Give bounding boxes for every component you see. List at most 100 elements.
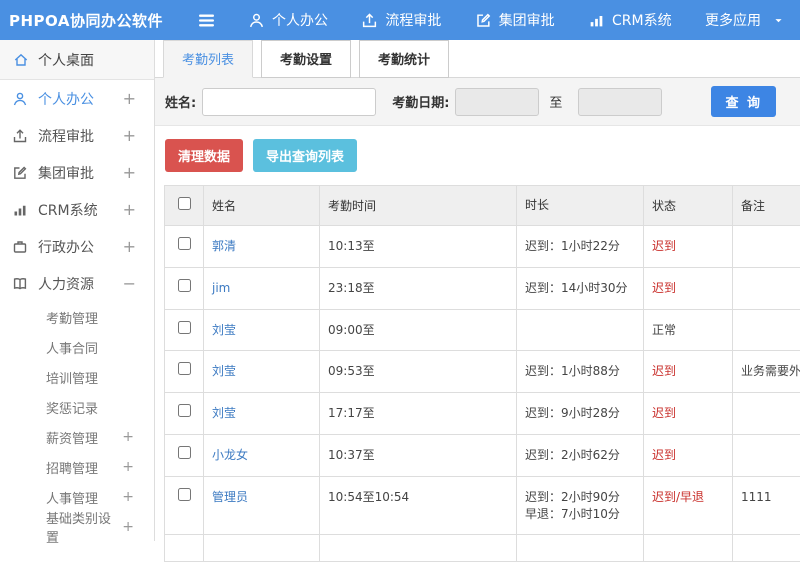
cell-status: 正常: [644, 309, 733, 351]
query-button[interactable]: 查 询: [711, 86, 776, 117]
select-all-checkbox[interactable]: [178, 197, 191, 210]
cell-duration: 迟到：2小时90分 早退：7小时10分: [517, 476, 644, 535]
sidebar-item-label: 行政办公: [38, 237, 94, 257]
edit-icon: [12, 165, 28, 181]
chart-icon: [588, 12, 605, 29]
cell-remark: 业务需要外出: [733, 351, 800, 393]
sidebar-subitem-training[interactable]: 培训管理: [0, 362, 154, 392]
hamburger-menu-icon[interactable]: [196, 11, 218, 29]
row-checkbox[interactable]: [178, 404, 191, 417]
expand-icon[interactable]: +: [122, 430, 154, 444]
nav-workflow-approval[interactable]: 流程审批: [361, 10, 441, 30]
table-row: 郭清 10:13至 迟到：1小时22分 迟到: [165, 226, 800, 268]
cell-status: 迟到: [644, 267, 733, 309]
sidebar-subitem-salary[interactable]: 薪资管理 +: [0, 422, 154, 452]
table-row: 刘莹 09:00至 正常: [165, 309, 800, 351]
table-row: 管理员 10:54至10:54 迟到：2小时90分 早退：7小时10分 迟到/早…: [165, 476, 800, 535]
sidebar-item-group-approval[interactable]: 集团审批 +: [0, 154, 154, 191]
book-icon: [12, 276, 28, 292]
sidebar-subitem-label: 培训管理: [46, 368, 98, 387]
row-checkbox[interactable]: [178, 362, 191, 375]
row-checkbox[interactable]: [178, 237, 191, 250]
cell-attendance-time: 10:37至: [320, 434, 517, 476]
sidebar-subitem-label: 薪资管理: [46, 428, 98, 447]
sidebar-item-desktop[interactable]: 个人桌面: [0, 40, 154, 80]
nav-personal-office[interactable]: 个人办公: [248, 10, 328, 30]
cell-remark: [733, 434, 800, 476]
expand-icon[interactable]: +: [123, 239, 142, 255]
sidebar-subitem-base-category[interactable]: 基础类别设置 +: [0, 512, 154, 542]
cell-attendance-time: 17:17至: [320, 393, 517, 435]
sidebar: 个人桌面 个人办公 + 流程审批 + 集团审批 + CRM系统 + 行政办公 +: [0, 40, 155, 541]
header-duration: 时长: [517, 186, 644, 226]
caret-down-icon: [773, 15, 784, 26]
cell-duration: 迟到：2小时62分: [517, 434, 644, 476]
cell-remark: [733, 309, 800, 351]
nav-crm[interactable]: CRM系统: [588, 10, 672, 30]
cell-status: 迟到/早退: [644, 476, 733, 535]
cell-attendance-time: 09:00至: [320, 309, 517, 351]
sidebar-item-personal-office[interactable]: 个人办公 +: [0, 80, 154, 117]
employee-name-link[interactable]: 刘莹: [212, 364, 236, 378]
expand-icon[interactable]: +: [123, 165, 142, 181]
cell-remark: [733, 393, 800, 435]
date-from-input[interactable]: [455, 88, 539, 116]
nav-label: CRM系统: [612, 10, 672, 30]
employee-name-link[interactable]: 小龙女: [212, 448, 248, 462]
expand-icon[interactable]: +: [122, 460, 154, 474]
expand-icon[interactable]: +: [123, 202, 142, 218]
employee-name-link[interactable]: 管理员: [212, 490, 248, 504]
expand-icon[interactable]: +: [123, 91, 142, 107]
row-checkbox[interactable]: [178, 279, 191, 292]
date-to-input[interactable]: [578, 88, 662, 116]
cell-status: 迟到: [644, 434, 733, 476]
employee-name-link[interactable]: 郭清: [212, 239, 236, 253]
collapse-icon[interactable]: −: [123, 276, 142, 292]
cell-remark: [733, 267, 800, 309]
sidebar-item-workflow-approval[interactable]: 流程审批 +: [0, 117, 154, 154]
sidebar-item-label: 个人办公: [38, 89, 94, 109]
employee-name-link[interactable]: 刘莹: [212, 406, 236, 420]
sidebar-item-admin-office[interactable]: 行政办公 +: [0, 228, 154, 265]
clear-data-button[interactable]: 清理数据: [165, 139, 243, 172]
attendance-table-body: 郭清 10:13至 迟到：1小时22分 迟到 jim 23:18至 迟到：14小…: [165, 226, 800, 562]
cell-attendance-time: 10:54至10:54: [320, 476, 517, 535]
sidebar-subitem-label: 人事管理: [46, 488, 98, 507]
date-to-separator: 至: [549, 92, 562, 111]
sidebar-item-label: CRM系统: [38, 200, 98, 220]
cell-attendance-time: 23:18至: [320, 267, 517, 309]
tab-attendance-stats[interactable]: 考勤统计: [359, 40, 449, 78]
filter-bar: 姓名: 考勤日期: 至 查 询: [155, 78, 800, 126]
table-row: 刘莹 09:53至 迟到：1小时88分 迟到 业务需要外出: [165, 351, 800, 393]
row-checkbox[interactable]: [178, 446, 191, 459]
name-filter-input[interactable]: [202, 88, 376, 116]
sidebar-subitem-label: 人事合同: [46, 338, 98, 357]
sidebar-subitem-hr-contract[interactable]: 人事合同: [0, 332, 154, 362]
sidebar-item-label: 集团审批: [38, 163, 94, 183]
header-status: 状态: [644, 186, 733, 226]
employee-name-link[interactable]: jim: [212, 281, 230, 295]
nav-group-approval[interactable]: 集团审批: [475, 10, 555, 30]
tab-attendance-settings[interactable]: 考勤设置: [261, 40, 351, 78]
upload-icon: [361, 12, 378, 29]
attendance-table-wrap: 姓名 考勤时间 时长 状态 备注 郭清 10:13至 迟到：1小时22分 迟到 …: [155, 183, 800, 562]
expand-icon[interactable]: +: [122, 520, 154, 534]
nav-more-apps[interactable]: 更多应用: [705, 10, 784, 30]
edit-icon: [475, 12, 492, 29]
app-logo: PHPOA协同办公软件: [0, 10, 196, 31]
sidebar-subitem-rewards[interactable]: 奖惩记录: [0, 392, 154, 422]
row-checkbox[interactable]: [178, 488, 191, 501]
row-checkbox[interactable]: [178, 321, 191, 334]
name-filter-label: 姓名:: [165, 92, 196, 111]
employee-name-link[interactable]: 刘莹: [212, 323, 236, 337]
expand-icon[interactable]: +: [123, 128, 142, 144]
sidebar-subitem-label: 基础类别设置: [46, 508, 122, 546]
sidebar-item-hr[interactable]: 人力资源 −: [0, 265, 154, 302]
export-list-button[interactable]: 导出查询列表: [253, 139, 357, 172]
tab-attendance-list[interactable]: 考勤列表: [163, 40, 253, 78]
sidebar-subitem-attendance[interactable]: 考勤管理: [0, 302, 154, 332]
sidebar-subitem-recruitment[interactable]: 招聘管理 +: [0, 452, 154, 482]
table-header-row: 姓名 考勤时间 时长 状态 备注: [165, 186, 800, 226]
sidebar-item-crm[interactable]: CRM系统 +: [0, 191, 154, 228]
expand-icon[interactable]: +: [122, 490, 154, 504]
